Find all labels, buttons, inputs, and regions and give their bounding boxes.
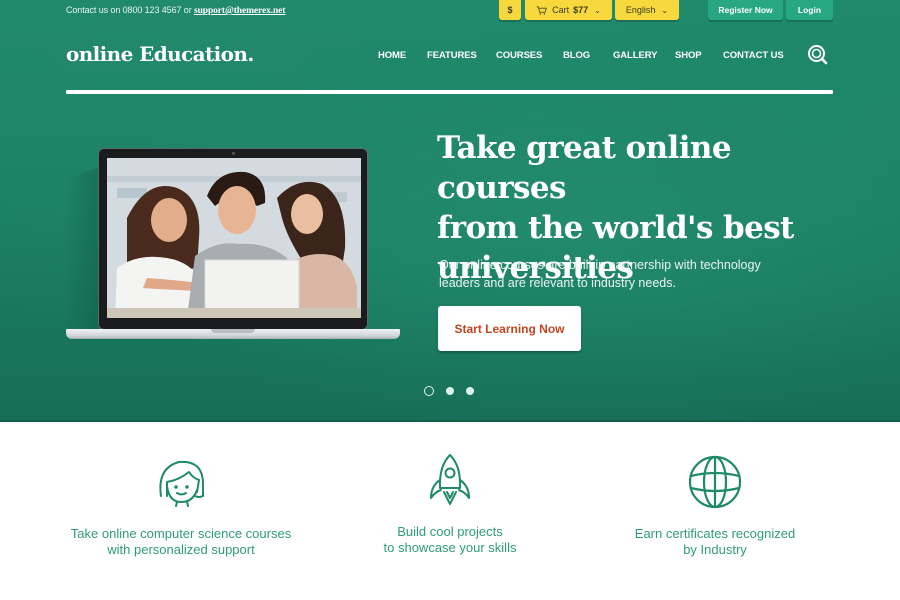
start-learning-button[interactable]: Start Learning Now xyxy=(438,306,581,351)
slide-dot-1[interactable] xyxy=(424,386,434,396)
hero-section: Contact us on 0800 123 4567 or support@t… xyxy=(0,0,900,422)
cart-button[interactable]: Cart $77 ⌄ xyxy=(525,0,612,20)
currency-button[interactable]: $ xyxy=(499,0,521,20)
nav-courses[interactable]: COURSES xyxy=(496,50,542,61)
slide-dot-2[interactable] xyxy=(446,387,454,395)
girl-face-icon xyxy=(159,460,204,507)
students-photo-art xyxy=(107,158,361,318)
nav-contact-us[interactable]: CONTACT US xyxy=(723,50,784,61)
support-email-link[interactable]: support@themerex.net xyxy=(194,6,285,16)
feature-text: Earn certificates recognized by Industry xyxy=(575,526,855,558)
cart-total: $77 xyxy=(573,5,589,15)
header-divider xyxy=(66,90,833,94)
site-logo[interactable]: online Education. xyxy=(66,42,254,66)
search-icon[interactable] xyxy=(806,43,830,67)
currency-label: $ xyxy=(507,5,513,15)
cart-icon xyxy=(536,5,548,15)
nav-shop[interactable]: SHOP xyxy=(675,50,702,61)
language-selector[interactable]: English ⌄ xyxy=(615,0,679,20)
feature-personalized-support: Take online computer science courses wit… xyxy=(41,456,321,558)
chevron-down-icon: ⌄ xyxy=(661,5,669,15)
subtext-line: leaders and are relevant to industry nee… xyxy=(439,276,676,290)
laptop-illustration xyxy=(66,148,400,343)
feature-certificates: Earn certificates recognized by Industry xyxy=(575,455,855,558)
cart-label: Cart xyxy=(552,5,570,15)
feature-text: Build cool projects to showcase your ski… xyxy=(310,524,590,556)
feature-text-line: with personalized support xyxy=(107,542,255,557)
laptop-lid xyxy=(98,148,368,330)
contact-phone-text: Contact us on 0800 123 4567 or xyxy=(66,5,194,15)
students-photo xyxy=(107,158,361,318)
register-label: Register Now xyxy=(718,5,773,15)
feature-text-line: Build cool projects xyxy=(397,524,503,539)
feature-text-line: Take online computer science courses xyxy=(70,526,292,541)
laptop-notch xyxy=(211,329,255,333)
login-button[interactable]: Login xyxy=(786,0,833,20)
globe-icon xyxy=(688,455,742,509)
laptop-camera xyxy=(232,152,235,155)
slide-dot-3[interactable] xyxy=(466,387,474,395)
nav-gallery[interactable]: GALLERY xyxy=(613,50,657,61)
headline-line: from the world's best xyxy=(437,210,794,246)
subtext-line: Our online courses are built in partners… xyxy=(439,258,761,272)
chevron-down-icon: ⌄ xyxy=(594,5,601,15)
feature-text-line: by Industry xyxy=(683,542,747,557)
register-button[interactable]: Register Now xyxy=(708,0,783,20)
login-label: Login xyxy=(797,5,822,15)
feature-text-line: to showcase your skills xyxy=(383,540,517,555)
nav-features[interactable]: FEATURES xyxy=(427,50,477,61)
nav-blog[interactable]: BLOG xyxy=(563,50,590,61)
contact-info: Contact us on 0800 123 4567 or support@t… xyxy=(66,5,285,16)
feature-build-projects: Build cool projects to showcase your ski… xyxy=(310,454,590,556)
nav-home[interactable]: HOME xyxy=(378,50,406,61)
headline-line: Take great online courses xyxy=(437,130,732,206)
feature-text: Take online computer science courses wit… xyxy=(41,526,321,558)
language-label: English xyxy=(625,5,656,15)
rocket-icon xyxy=(430,454,470,505)
feature-text-line: Earn certificates recognized xyxy=(634,526,796,541)
hero-subtext: Our online courses are built in partners… xyxy=(439,256,799,292)
